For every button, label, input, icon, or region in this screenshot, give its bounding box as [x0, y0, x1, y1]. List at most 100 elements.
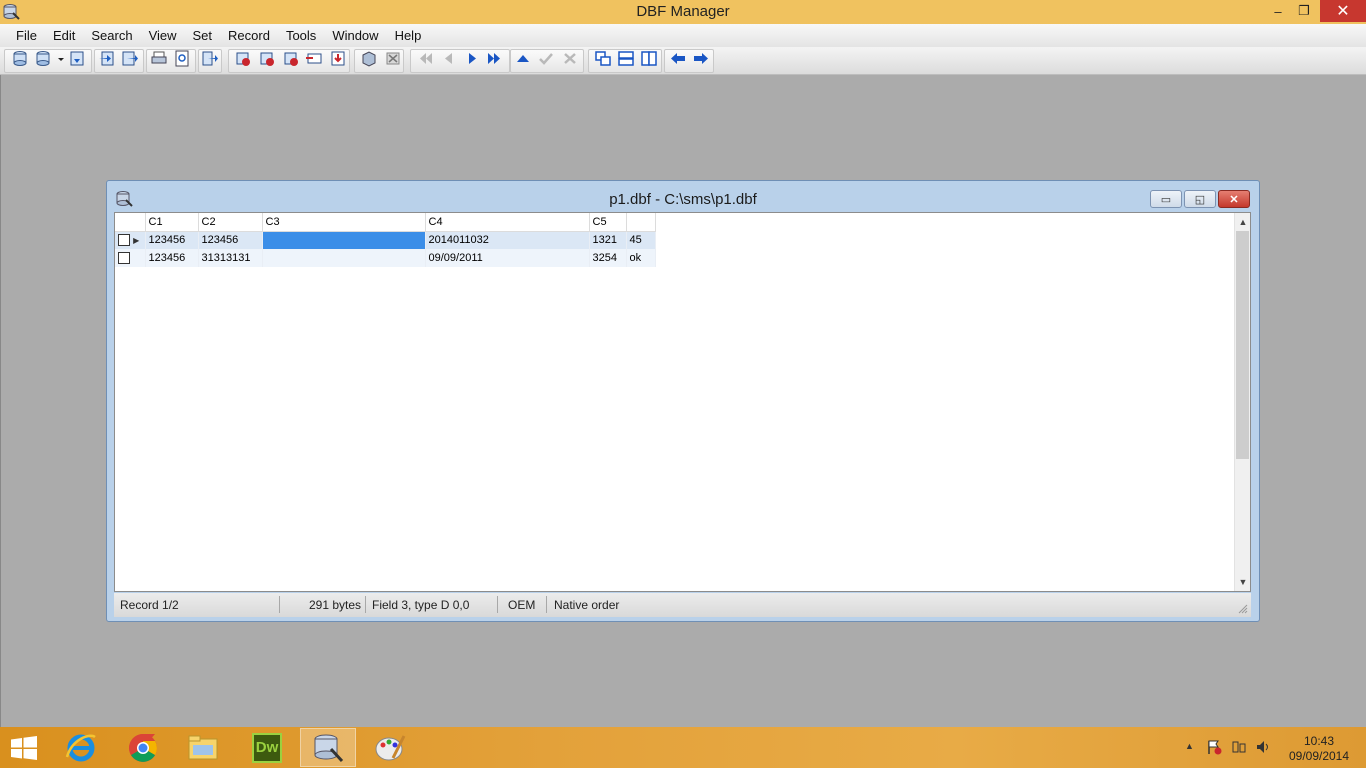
- clock-date: 09/09/2014: [1288, 749, 1350, 763]
- cell-c3[interactable]: [262, 249, 426, 267]
- menu-help[interactable]: Help: [387, 24, 430, 47]
- cell-c4[interactable]: 09/09/2011: [425, 249, 590, 267]
- windows-start-icon[interactable]: [10, 736, 38, 760]
- row-checkbox[interactable]: [118, 234, 130, 247]
- cancel-icon[interactable]: [561, 50, 579, 67]
- network-icon[interactable]: [1231, 739, 1247, 755]
- status-order: Native order: [554, 598, 620, 612]
- menu-record[interactable]: Record: [220, 24, 278, 47]
- post-up-icon[interactable]: [514, 50, 532, 67]
- last-record-icon[interactable]: [485, 50, 503, 67]
- restore-button[interactable]: ❐: [1292, 0, 1316, 22]
- cell-c3-selected[interactable]: [262, 231, 426, 249]
- menu-edit[interactable]: Edit: [45, 24, 83, 47]
- column-header-c4[interactable]: C4: [425, 213, 590, 232]
- cell-c1[interactable]: 123456: [145, 231, 199, 249]
- open-database-icon[interactable]: [34, 50, 52, 67]
- import-icon[interactable]: [98, 50, 116, 67]
- menu-view[interactable]: View: [141, 24, 185, 47]
- records-table: C1 C2 C3 C4 C5 ▶ 123456 123456 201401103…: [115, 213, 656, 267]
- tile-vertical-icon[interactable]: [640, 50, 658, 67]
- cascade-icon[interactable]: [594, 50, 612, 67]
- cell-c4[interactable]: 2014011032: [425, 231, 590, 249]
- back-icon[interactable]: [669, 50, 687, 67]
- status-field: Field 3, type D 0,0: [372, 598, 470, 612]
- scrollbar-thumb[interactable]: [1236, 231, 1249, 459]
- table-window-title: p1.dbf - C:\sms\p1.dbf: [609, 191, 757, 208]
- prior-record-icon[interactable]: [440, 50, 458, 67]
- export-icon[interactable]: [121, 50, 139, 67]
- action-center-flag-icon[interactable]: [1206, 739, 1222, 755]
- scroll-down-icon[interactable]: ▼: [1235, 574, 1251, 590]
- taskbar-dbf-manager[interactable]: [300, 728, 356, 767]
- header-indicator-cell: [115, 213, 146, 232]
- cell-c5[interactable]: 3254: [589, 249, 627, 267]
- cell-c2[interactable]: 123456: [198, 231, 263, 249]
- row-indicator-cell: ▶: [115, 231, 146, 249]
- cell-c2[interactable]: 31313131: [198, 249, 263, 267]
- cell-c6[interactable]: ok: [626, 249, 656, 267]
- taskbar-paint[interactable]: [362, 728, 418, 767]
- column-header-c1[interactable]: C1: [145, 213, 199, 232]
- pack-icon[interactable]: [360, 50, 378, 67]
- table-window[interactable]: p1.dbf - C:\sms\p1.dbf ▭ ◱ ✕ C1 C2 C3 C4…: [106, 180, 1260, 622]
- column-header-c3[interactable]: C3: [262, 213, 426, 232]
- child-maximize-button[interactable]: ◱: [1184, 190, 1216, 208]
- table-statusbar: Record 1/2 291 bytes Field 3, type D 0,0…: [114, 593, 1251, 617]
- taskbar-chrome[interactable]: [115, 728, 171, 767]
- row-checkbox[interactable]: [118, 252, 130, 265]
- table-window-titlebar[interactable]: p1.dbf - C:\sms\p1.dbf ▭ ◱ ✕: [107, 181, 1259, 211]
- menu-window[interactable]: Window: [324, 24, 386, 47]
- resize-grip-icon[interactable]: [1238, 604, 1248, 614]
- minimize-button[interactable]: ‒: [1266, 0, 1290, 22]
- volume-icon[interactable]: [1255, 739, 1271, 755]
- scroll-up-icon[interactable]: ▲: [1235, 214, 1251, 230]
- close-button[interactable]: ✕: [1320, 0, 1366, 22]
- column-header-c5[interactable]: C5: [589, 213, 627, 232]
- taskbar-dreamweaver[interactable]: Dw: [239, 728, 295, 767]
- cell-c5[interactable]: 1321: [589, 231, 627, 249]
- file-explorer-icon: [188, 735, 218, 759]
- print-preview-icon[interactable]: [173, 50, 191, 67]
- menu-file[interactable]: File: [8, 24, 45, 47]
- dbf-manager-icon: [314, 734, 344, 762]
- menu-search[interactable]: Search: [83, 24, 140, 47]
- data-grid[interactable]: C1 C2 C3 C4 C5 ▶ 123456 123456 201401103…: [114, 212, 1251, 592]
- child-minimize-button[interactable]: ▭: [1150, 190, 1182, 208]
- app-titlebar: DBF Manager ‒ ❐ ✕: [0, 0, 1366, 24]
- taskbar-file-explorer[interactable]: [175, 728, 231, 767]
- add-record-icon[interactable]: [234, 50, 252, 67]
- exit-icon[interactable]: [201, 50, 219, 67]
- delete-record-icon[interactable]: [282, 50, 300, 67]
- next-record-icon[interactable]: [463, 50, 481, 67]
- table-row[interactable]: 123456 31313131 09/09/2011 3254 ok: [115, 249, 656, 267]
- column-header-c6[interactable]: [626, 213, 656, 232]
- menu-set[interactable]: Set: [185, 24, 221, 47]
- confirm-icon[interactable]: [537, 50, 555, 67]
- grid-header-row: C1 C2 C3 C4 C5: [115, 213, 656, 232]
- menu-bar: File Edit Search View Set Record Tools W…: [0, 24, 1366, 47]
- column-header-c2[interactable]: C2: [198, 213, 263, 232]
- zap-icon[interactable]: [384, 50, 402, 67]
- taskbar-internet-explorer[interactable]: [53, 728, 109, 767]
- append-record-icon[interactable]: [329, 50, 347, 67]
- print-icon[interactable]: [150, 50, 168, 67]
- first-record-icon[interactable]: [417, 50, 435, 67]
- edit-record-icon[interactable]: [258, 50, 276, 67]
- table-row[interactable]: ▶ 123456 123456 2014011032 1321 45: [115, 231, 656, 249]
- forward-icon[interactable]: [692, 50, 710, 67]
- tile-horizontal-icon[interactable]: [617, 50, 635, 67]
- insert-record-icon[interactable]: [305, 50, 323, 67]
- cell-c1[interactable]: 123456: [145, 249, 199, 267]
- status-separator: [365, 596, 366, 613]
- dropdown-arrow-icon[interactable]: [52, 50, 64, 67]
- cell-c6[interactable]: 45: [626, 231, 656, 249]
- tray-expand-icon[interactable]: ▲: [1185, 741, 1194, 751]
- vertical-scrollbar[interactable]: ▲ ▼: [1234, 213, 1250, 591]
- system-clock[interactable]: 10:43 09/09/2014: [1285, 734, 1353, 764]
- status-codepage: OEM: [508, 598, 536, 612]
- new-database-icon[interactable]: [11, 50, 29, 67]
- save-icon[interactable]: [68, 50, 86, 67]
- menu-tools[interactable]: Tools: [278, 24, 324, 47]
- child-close-button[interactable]: ✕: [1218, 190, 1250, 208]
